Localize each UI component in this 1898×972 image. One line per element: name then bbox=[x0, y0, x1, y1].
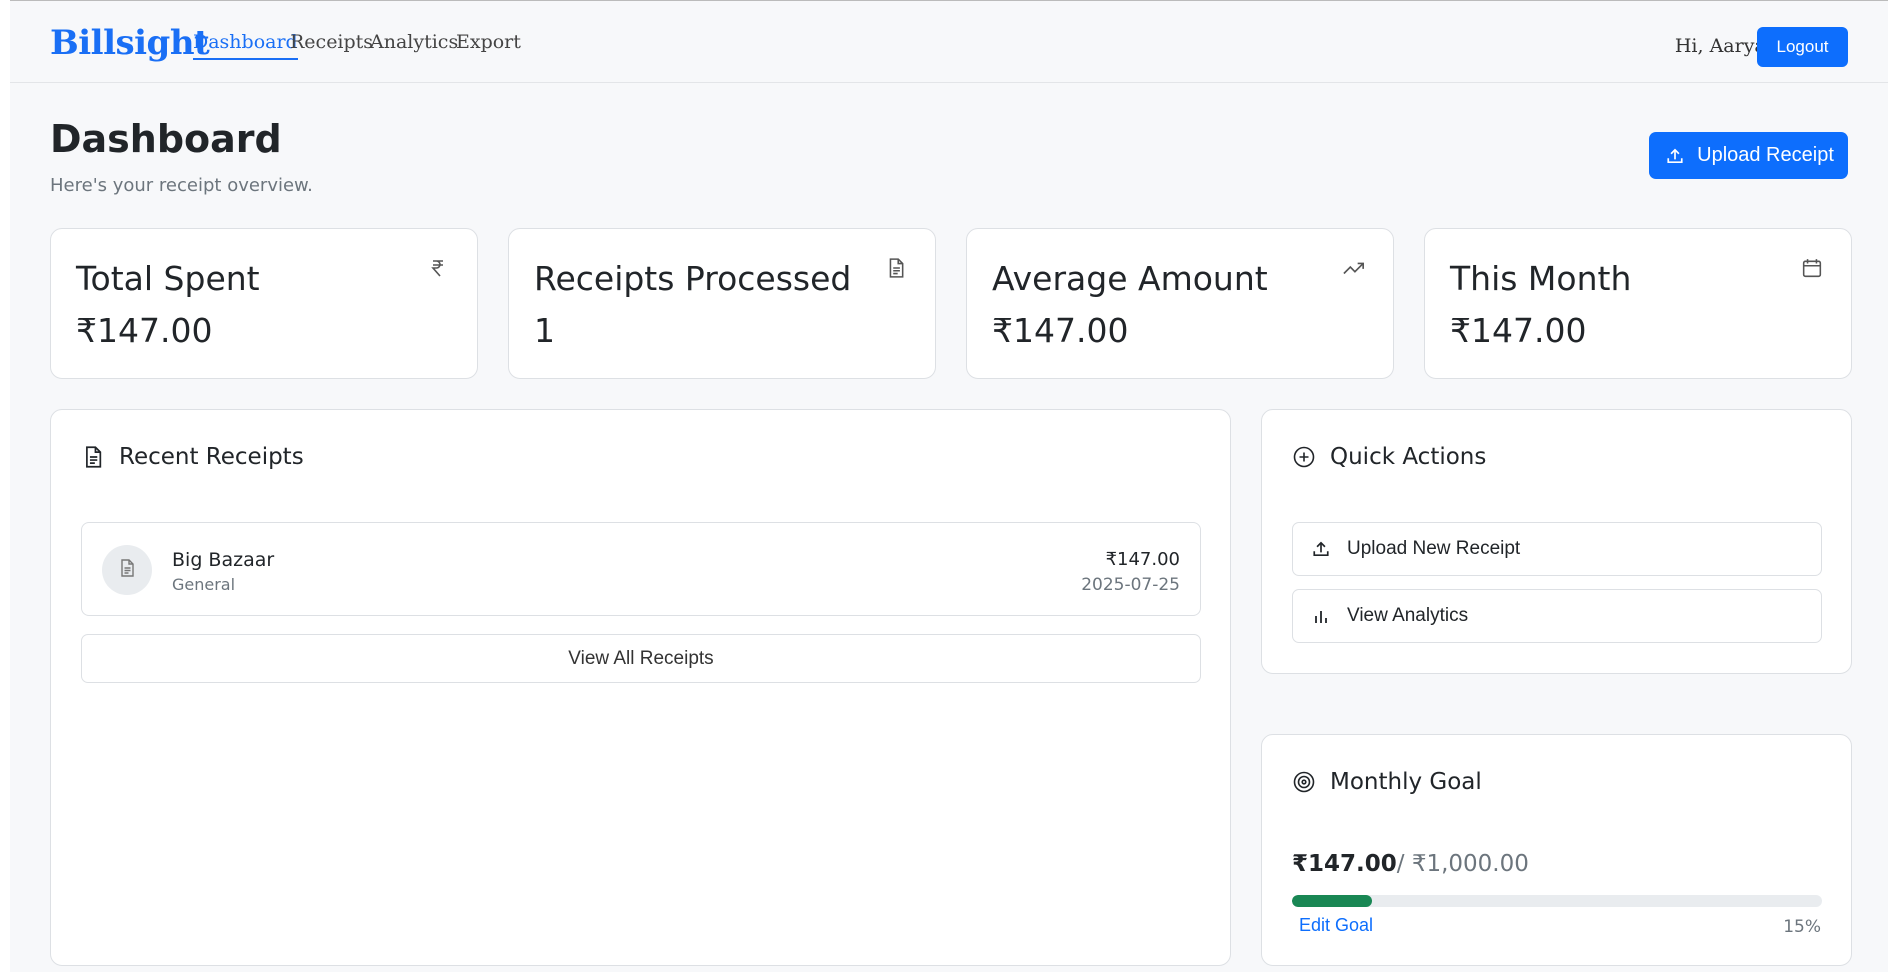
panel-title: Quick Actions bbox=[1330, 444, 1487, 470]
nav-link-export[interactable]: Export bbox=[456, 31, 521, 53]
plus-circle-icon bbox=[1292, 445, 1316, 469]
quick-actions-panel: Quick Actions Upload New Receipt View An… bbox=[1261, 409, 1852, 674]
edit-goal-link[interactable]: Edit Goal bbox=[1299, 915, 1373, 936]
bar-chart-icon bbox=[1309, 604, 1333, 628]
stat-value: 1 bbox=[534, 311, 555, 350]
stat-card-average-amount: Average Amount ₹147.00 bbox=[966, 228, 1394, 379]
upload-receipt-label: Upload Receipt bbox=[1697, 144, 1834, 166]
goal-progress-fill bbox=[1292, 895, 1372, 907]
document-icon bbox=[119, 559, 135, 581]
stat-value: ₹147.00 bbox=[1450, 311, 1587, 350]
goal-progress-bar bbox=[1292, 895, 1822, 907]
stat-title: Receipts Processed bbox=[534, 259, 852, 298]
quick-actions-header: Quick Actions bbox=[1292, 444, 1486, 470]
panel-title: Monthly Goal bbox=[1330, 769, 1482, 795]
goal-percent: 15% bbox=[1783, 917, 1821, 937]
app-frame: Billsight Dashboard Receipts Analytics E… bbox=[10, 0, 1888, 972]
receipt-list-item[interactable]: Big Bazaar General ₹147.00 2025-07-25 bbox=[81, 522, 1201, 616]
button-label: View Analytics bbox=[1347, 605, 1469, 626]
monthly-goal-panel: Monthly Goal ₹147.00/ ₹1,000.00 Edit Goa… bbox=[1261, 734, 1852, 966]
stat-card-this-month: This Month ₹147.00 bbox=[1424, 228, 1852, 379]
page-subtitle: Here's your receipt overview. bbox=[50, 175, 313, 196]
monthly-goal-header: Monthly Goal bbox=[1292, 769, 1482, 795]
stat-title: This Month bbox=[1450, 259, 1632, 298]
calendar-icon bbox=[1801, 257, 1823, 279]
rupee-icon bbox=[427, 257, 449, 279]
goal-target: / ₹1,000.00 bbox=[1396, 851, 1529, 877]
nav-link-receipts[interactable]: Receipts bbox=[290, 31, 373, 53]
stat-title: Average Amount bbox=[992, 259, 1268, 298]
button-label: Upload New Receipt bbox=[1347, 538, 1521, 559]
stat-value: ₹147.00 bbox=[992, 311, 1129, 350]
receipt-date: 2025-07-25 bbox=[1081, 575, 1180, 595]
stat-value: ₹147.00 bbox=[76, 311, 213, 350]
receipt-merchant: Big Bazaar bbox=[172, 549, 275, 571]
trending-up-icon bbox=[1343, 257, 1365, 279]
recent-receipts-panel: Recent Receipts Big Bazaar General ₹147.… bbox=[50, 409, 1231, 966]
upload-new-receipt-button[interactable]: Upload New Receipt bbox=[1292, 522, 1822, 576]
receipt-avatar bbox=[102, 545, 152, 595]
stat-card-receipts-processed: Receipts Processed 1 bbox=[508, 228, 936, 379]
page-title: Dashboard bbox=[50, 117, 282, 161]
upload-icon bbox=[1309, 537, 1333, 561]
panel-title: Recent Receipts bbox=[119, 444, 304, 470]
upload-receipt-button[interactable]: Upload Receipt bbox=[1649, 132, 1848, 179]
stat-title: Total Spent bbox=[76, 259, 260, 298]
logout-button[interactable]: Logout bbox=[1757, 27, 1848, 67]
stat-card-total-spent: Total Spent ₹147.00 bbox=[50, 228, 478, 379]
document-icon bbox=[81, 445, 105, 469]
goal-spent: ₹147.00 bbox=[1292, 851, 1397, 877]
target-icon bbox=[1292, 770, 1316, 794]
nav-link-dashboard[interactable]: Dashboard bbox=[193, 31, 298, 60]
view-all-receipts-button[interactable]: View All Receipts bbox=[81, 634, 1201, 683]
view-analytics-button[interactable]: View Analytics bbox=[1292, 589, 1822, 643]
nav-link-analytics[interactable]: Analytics bbox=[370, 31, 458, 53]
document-icon bbox=[885, 257, 907, 279]
recent-receipts-header: Recent Receipts bbox=[81, 444, 304, 470]
navbar: Billsight Dashboard Receipts Analytics E… bbox=[10, 1, 1888, 83]
receipt-category: General bbox=[172, 575, 236, 594]
brand-logo[interactable]: Billsight bbox=[50, 23, 210, 63]
goal-amount: ₹147.00/ ₹1,000.00 bbox=[1292, 851, 1529, 877]
upload-icon bbox=[1663, 144, 1687, 168]
receipt-amount: ₹147.00 bbox=[1105, 549, 1180, 570]
